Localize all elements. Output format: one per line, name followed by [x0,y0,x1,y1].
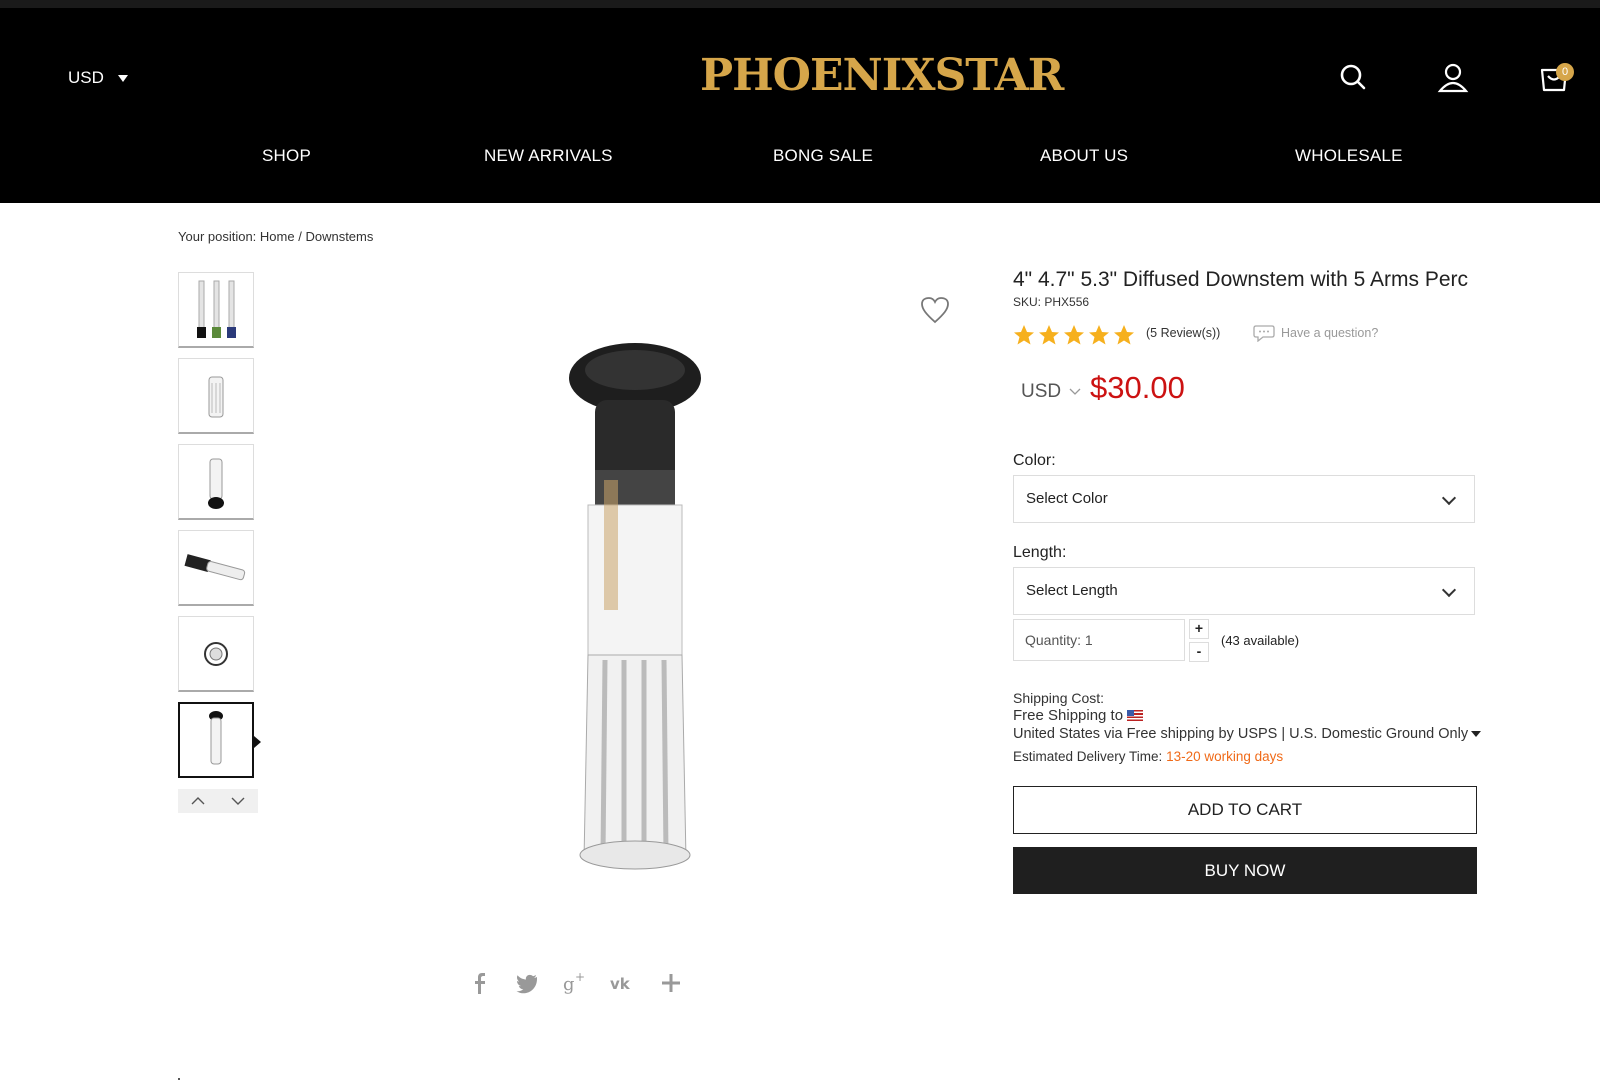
main-product-image[interactable] [540,340,750,880]
star-icon [1014,325,1034,345]
share-bar: g + vk [466,970,684,996]
vk-icon[interactable]: vk [610,970,636,996]
us-flag-icon [1127,710,1144,721]
shipping-method-selector[interactable]: United States via Free shipping by USPS … [1013,726,1482,742]
user-icon[interactable] [1436,60,1470,94]
buy-now-button[interactable]: BUY NOW [1013,847,1477,894]
active-thumbnail-pointer [254,736,261,748]
free-shipping-line: Free Shipping to [1013,707,1144,724]
breadcrumb: Your position: Home / Downstems [178,229,373,244]
star-icon [1039,325,1059,345]
breadcrumb-home-link[interactable]: Home [260,229,295,244]
thumbnail-image [197,280,236,338]
product-title: 4" 4.7" 5.3" Diffused Downstem with 5 Ar… [1013,268,1468,291]
price-currency-label: USD [1021,381,1062,402]
svg-text:+: + [575,970,585,984]
top-strip [0,0,1600,8]
chevron-down-icon [1441,582,1457,598]
length-label: Length: [1013,544,1067,561]
question-link[interactable]: Have a question? [1253,324,1378,342]
google-plus-icon[interactable]: g + [562,970,588,996]
rating-stars [1013,324,1135,346]
site-logo[interactable]: PHOENIXSTAR [700,48,1064,104]
add-to-cart-button[interactable]: ADD TO CART [1013,786,1477,834]
reviews-link[interactable]: (5 Review(s)) [1146,326,1220,340]
nav-item-bong-sale[interactable]: BONG SALE [773,146,873,166]
quantity-increment-button[interactable]: + [1189,619,1209,639]
free-shipping-text: Free Shipping to [1013,707,1124,724]
thumbnail-image [209,711,223,765]
product-sku: SKU: PHX556 [1013,295,1090,309]
quantity-field[interactable]: Quantity: 1 [1013,619,1185,661]
chevron-down-icon [1441,490,1457,506]
thumbnail-1[interactable] [178,272,254,348]
star-icon [1089,325,1109,345]
thumbnail-3[interactable] [178,444,254,520]
question-label: Have a question? [1281,326,1379,340]
delivery-value: 13-20 working days [1166,749,1284,764]
chevron-down-icon [1069,388,1081,395]
product-price: $30.00 [1090,370,1185,405]
chevron-up-icon[interactable] [190,795,206,807]
thumbnail-5[interactable] [178,616,254,692]
thumbnail-list [178,272,261,788]
cart-count-badge: 0 [1556,63,1574,81]
star-icon [1114,325,1134,345]
caret-down-icon [117,74,128,82]
nav-item-new-arrivals[interactable]: NEW ARRIVALS [484,146,613,166]
thumbnail-image [208,376,224,418]
thumbnail-image [204,642,228,666]
caret-down-icon [1471,731,1482,737]
site-header: USD PHOENIXSTAR 0 SHOP NEW ARRIVALS BONG… [0,8,1600,203]
thumbnail-2[interactable] [178,358,254,434]
nav-item-shop[interactable]: SHOP [262,146,311,166]
color-select-value: Select Color [1026,490,1108,507]
main-nav: SHOP NEW ARRIVALS BONG SALE ABOUT US WHO… [0,146,1600,170]
quantity-decrement-button[interactable]: - [1189,642,1209,662]
color-label: Color: [1013,452,1056,469]
price-currency-selector[interactable]: USD [1021,381,1081,403]
facebook-icon[interactable] [466,970,492,996]
shipping-method-text: United States via Free shipping by USPS … [1013,726,1469,742]
nav-item-wholesale[interactable]: WHOLESALE [1295,146,1403,166]
available-count: (43 available) [1221,633,1300,648]
shipping-cost-label: Shipping Cost: [1013,690,1105,706]
breadcrumb-separator: / [294,229,306,244]
nav-item-about-us[interactable]: ABOUT US [1040,146,1128,166]
currency-selector[interactable]: USD [68,68,128,88]
footer-dot [178,1078,180,1080]
length-select[interactable]: Select Length [1013,567,1475,615]
twitter-icon[interactable] [514,970,540,996]
chevron-down-icon[interactable] [230,795,246,807]
svg-text:g: g [563,974,575,995]
plus-icon[interactable] [658,970,684,996]
svg-text:vk: vk [610,975,631,993]
currency-label: USD [68,68,104,87]
delivery-label: Estimated Delivery Time: [1013,749,1163,764]
wishlist-heart-icon[interactable] [920,296,950,324]
thumbnail-image [184,554,246,581]
star-icon [1064,325,1084,345]
thumbnail-4[interactable] [178,530,254,606]
length-select-value: Select Length [1026,582,1118,599]
breadcrumb-prefix: Your position: [178,229,260,244]
thumbnail-6[interactable] [178,702,261,778]
search-icon[interactable] [1336,60,1370,94]
delivery-estimate: Estimated Delivery Time: 13-20 working d… [1013,749,1283,764]
color-select[interactable]: Select Color [1013,475,1475,523]
thumbnail-image [208,458,224,509]
thumbnail-nav [178,789,258,813]
speech-bubble-icon [1253,325,1275,342]
breadcrumb-current[interactable]: Downstems [305,229,373,244]
